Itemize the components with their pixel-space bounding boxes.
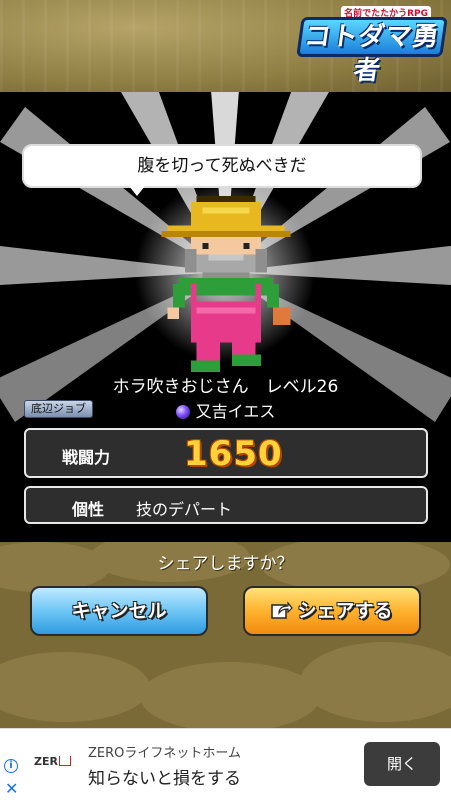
ad-logo: ZER bbox=[34, 755, 71, 768]
ad-logo-text: ZER bbox=[34, 755, 58, 768]
power-label: 戦闘力 bbox=[62, 448, 111, 467]
cloud-decoration bbox=[300, 642, 451, 722]
character-name-level: ホラ吹きおじさん レベル26 bbox=[112, 377, 339, 397]
orb-icon bbox=[175, 405, 190, 419]
ad-open-button[interactable]: 開く bbox=[364, 742, 440, 786]
house-icon bbox=[58, 756, 71, 766]
share-prompt: シェアしますか？ bbox=[157, 554, 294, 574]
power-box: 戦闘力 1650 bbox=[24, 428, 428, 478]
job-name: 又吉イエス bbox=[195, 402, 276, 421]
job-line: 又吉イエス bbox=[0, 398, 451, 422]
trait-label: 個性 bbox=[72, 500, 105, 519]
trait-value: 技のデパート bbox=[136, 500, 233, 519]
character-sprite bbox=[161, 196, 291, 372]
ad-title: ZEROライフネットホーム bbox=[88, 746, 241, 761]
ad-text: 知らないと損をする bbox=[88, 769, 241, 789]
share-button-label: シェアする bbox=[297, 600, 393, 622]
cloud-decoration bbox=[0, 652, 150, 722]
share-icon bbox=[271, 601, 294, 619]
game-logo: 名前でたたかうRPG コトダマ勇者 bbox=[295, 6, 448, 86]
ad-close-icon[interactable]: ✕ bbox=[5, 779, 18, 798]
speech-bubble: 腹を切って死ぬべきだ bbox=[22, 144, 422, 196]
trait-box: 個性 技のデパート bbox=[24, 486, 428, 524]
power-value: 1650 bbox=[184, 434, 283, 474]
cancel-button-label: キャンセル bbox=[71, 600, 167, 622]
cloud-decoration bbox=[140, 662, 320, 728]
share-button[interactable]: シェアする bbox=[243, 586, 421, 636]
logo-title: コトダマ勇者 bbox=[296, 17, 448, 86]
cancel-button[interactable]: キャンセル bbox=[30, 586, 208, 636]
ad-info-icon[interactable]: i bbox=[4, 759, 18, 773]
